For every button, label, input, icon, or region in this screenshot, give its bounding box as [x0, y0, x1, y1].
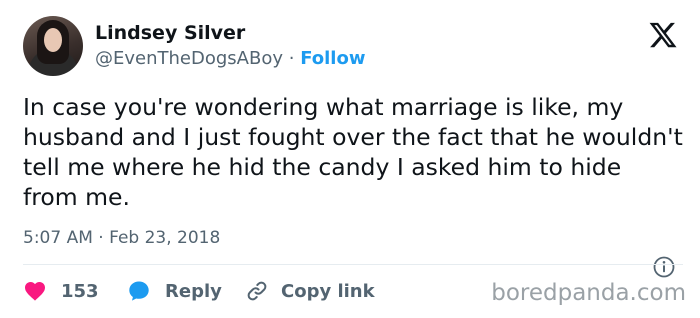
author-handle[interactable]: @EvenTheDogsABoy [95, 48, 283, 69]
link-icon [247, 281, 267, 301]
heart-icon [25, 282, 45, 301]
avatar[interactable] [23, 16, 83, 76]
copy-link-button[interactable]: Copy link [245, 279, 375, 303]
likes-count: 153 [61, 280, 99, 302]
reply-button[interactable]: Reply [127, 279, 245, 303]
x-logo-icon[interactable] [648, 20, 678, 50]
handle-separator: · [288, 48, 295, 69]
tweet-text: In case you're wondering what marriage i… [23, 93, 683, 211]
tweet-card: Lindsey Silver @EvenTheDogsABoy · Follow… [0, 0, 700, 318]
watermark: boredpanda.com [491, 280, 686, 306]
like-button[interactable]: 153 [23, 279, 127, 303]
info-icon[interactable] [652, 255, 676, 279]
copy-link-label: Copy link [281, 280, 375, 302]
follow-button[interactable]: Follow [300, 48, 365, 69]
author-handle-row: @EvenTheDogsABoy · Follow [95, 48, 365, 69]
action-bar: 153 Reply Copy link [23, 278, 375, 304]
author-name[interactable]: Lindsey Silver [95, 22, 245, 44]
reply-bubble-icon [129, 281, 149, 301]
tweet-time: 5:07 AM [23, 228, 93, 248]
timestamp-separator: · [98, 228, 104, 248]
tweet-date: Feb 23, 2018 [109, 228, 221, 248]
divider [23, 264, 683, 265]
reply-label: Reply [165, 280, 222, 302]
avatar-face [44, 28, 62, 52]
tweet-timestamp[interactable]: 5:07 AM · Feb 23, 2018 [23, 228, 220, 248]
